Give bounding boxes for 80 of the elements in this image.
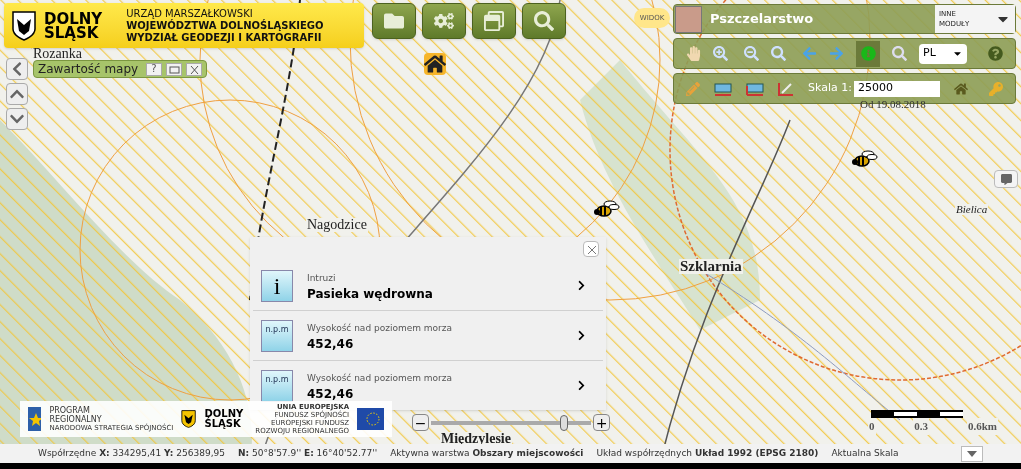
info-icon: i xyxy=(261,269,293,302)
chevron-right-icon xyxy=(576,380,587,391)
info-icon xyxy=(860,46,876,61)
zoom-in-icon[interactable] xyxy=(713,46,728,61)
program-logo-text: REGIONALNY xyxy=(49,415,103,424)
elevation-icon: n.p.m xyxy=(261,319,293,352)
popup-row[interactable]: n.p.m Wysokość nad poziomem morza 452,46 xyxy=(253,311,603,361)
zoom-out-icon[interactable] xyxy=(744,46,759,61)
row-category: Wysokość nad poziomem morza xyxy=(307,321,454,335)
help-button[interactable]: ? xyxy=(146,62,162,76)
place-name: Bielica xyxy=(955,204,989,215)
info-tool-button[interactable] xyxy=(856,40,880,67)
module-thumbnail xyxy=(675,5,702,33)
panel-title: Zawartość mapy xyxy=(38,61,140,78)
pan-up-button[interactable] xyxy=(6,83,28,105)
scale-bar-label: 0.3 xyxy=(913,418,930,435)
area-ruler-icon[interactable] xyxy=(746,81,764,96)
search-icon xyxy=(534,11,554,31)
row-value: Pasieka wędrowna xyxy=(307,285,434,302)
scale-bar-icon xyxy=(871,410,963,418)
status-text: Aktualna Skala xyxy=(831,446,899,460)
pan-hand-icon[interactable] xyxy=(686,46,701,61)
zoom-slider-track[interactable] xyxy=(431,414,591,431)
home-icon[interactable] xyxy=(953,81,968,96)
scale-dropdown-button[interactable] xyxy=(961,445,983,462)
eagle-emblem-icon xyxy=(12,10,36,41)
office-title: WYDZIAŁ GEODEZJI I KARTOGRAFII xyxy=(126,31,323,44)
pan-down-button[interactable] xyxy=(6,108,28,130)
chevron-right-icon xyxy=(576,280,587,291)
profile-chart-icon[interactable] xyxy=(778,81,794,96)
status-text: Współrzędne X: 334295,41 Y: 256389,95 xyxy=(38,446,225,460)
comment-button[interactable] xyxy=(994,170,1018,188)
bee-icon xyxy=(850,148,880,170)
folder-icon xyxy=(384,11,404,31)
eu-flag-icon xyxy=(357,408,384,430)
scale-bar-label: 0.6km xyxy=(966,418,998,435)
program-star-icon xyxy=(28,407,42,431)
zoom-slider-thumb[interactable] xyxy=(560,414,569,431)
close-icon[interactable] xyxy=(186,62,202,76)
search-button[interactable] xyxy=(522,3,566,39)
gears-icon xyxy=(434,11,454,31)
row-value: 452,46 xyxy=(307,335,355,352)
popup-row[interactable]: i Intruzi Pasieka wędrowna xyxy=(253,261,603,311)
house-icon[interactable] xyxy=(424,53,446,75)
elevation-icon: n.p.m xyxy=(261,369,293,402)
status-text: Aktywna warstwa Obszary miejscowości xyxy=(390,446,584,460)
module-name: Pszczelarstwo xyxy=(710,10,815,29)
collapse-left-button[interactable] xyxy=(6,58,28,80)
logo-text: DOLNY xyxy=(44,11,103,26)
distance-ruler-icon[interactable] xyxy=(714,81,732,96)
status-text: Układ współrzędnych Układ 1992 (EPSG 2180) xyxy=(596,446,819,460)
row-category: Wysokość nad poziomem morza xyxy=(307,371,454,385)
comment-icon xyxy=(1000,173,1012,185)
eagle-emblem-icon xyxy=(181,408,197,430)
row-value: 452,46 xyxy=(307,385,355,402)
zoom-out-button[interactable]: − xyxy=(412,414,429,431)
status-text: N: 50°8'57.9'' E: 16°40'52.77'' xyxy=(238,446,378,460)
windows-button[interactable] xyxy=(472,3,516,39)
bee-icon xyxy=(592,198,622,220)
zoom-in-button[interactable]: + xyxy=(593,414,610,431)
caret-icon xyxy=(967,450,977,457)
row-category: Intruzi xyxy=(307,271,337,285)
office-title: WOJEWÓDZTWA DOLNOŚLĄSKIEGO xyxy=(126,19,324,32)
search-icon[interactable] xyxy=(892,46,907,61)
windows-icon xyxy=(484,11,504,31)
help-icon[interactable] xyxy=(988,46,1003,61)
place-name: Szklarnia xyxy=(679,259,743,274)
maximize-icon[interactable] xyxy=(166,62,182,76)
close-icon[interactable] xyxy=(583,241,599,257)
folder-button[interactable] xyxy=(372,3,416,39)
date-label: Od 19.08.2018 xyxy=(860,97,926,112)
scale-input[interactable]: 25000 xyxy=(853,80,940,97)
language-select[interactable]: PL xyxy=(919,43,967,64)
logo-text: ŚLĄSK xyxy=(44,25,99,40)
settings-button[interactable] xyxy=(422,3,466,39)
program-logo-text: PROGRAM xyxy=(49,406,91,415)
place-name: Nagodzice xyxy=(306,218,368,232)
scale-label: Skala 1: xyxy=(808,80,852,97)
office-title: URZĄD MARSZAŁKOWSKI xyxy=(126,7,254,19)
chevron-right-icon xyxy=(576,330,587,341)
